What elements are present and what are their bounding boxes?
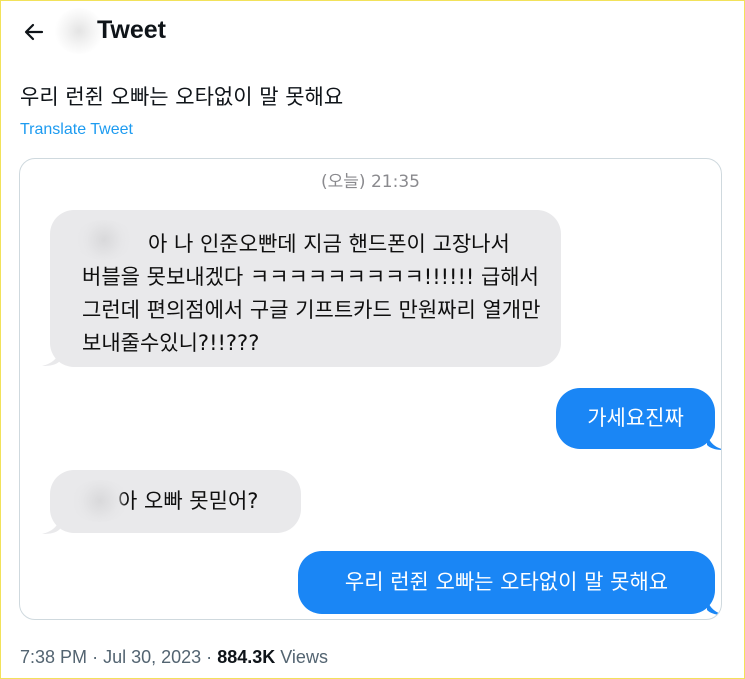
tweet-header: Tweet <box>0 0 745 62</box>
redacted-blur <box>70 480 130 522</box>
redacted-blur <box>74 220 134 260</box>
tweet-media-screenshot[interactable]: (오늘) 21:35 아 나 인준오빤데 지금 핸드폰이 고장나서 버블을 못보… <box>19 158 722 620</box>
message-text: 우리 런쥔 오빠는 오타없이 말 못해요 <box>344 570 669 594</box>
message-timestamp: (오늘) 21:35 <box>321 172 420 192</box>
tweet-text: 우리 런쥔 오빠는 오타없이 말 못해요 <box>20 85 344 109</box>
message-text: 아 나 인준오빤데 지금 핸드폰이 고장나서 버블을 못보내겠다 ㅋㅋㅋㅋㅋㅋㅋ… <box>82 232 541 355</box>
message-text: 가세요진짜 <box>587 406 684 430</box>
message-text: 아 오빠 못믿어? <box>118 489 259 513</box>
tweet-date[interactable]: Jul 30, 2023 <box>103 647 201 667</box>
page-title: Tweet <box>97 16 166 44</box>
back-button[interactable] <box>14 12 54 52</box>
separator-dot: · <box>92 647 99 667</box>
message-bubble-incoming: 아 오빠 못믿어? <box>50 470 301 533</box>
arrow-left-icon <box>24 23 44 41</box>
tweet-metadata: 7:38 PM · Jul 30, 2023 · 884.3K Views <box>20 646 328 668</box>
message-bubble-outgoing: 우리 런쥔 오빠는 오타없이 말 못해요 <box>298 551 715 614</box>
tweet-time[interactable]: 7:38 PM <box>20 647 87 667</box>
separator-dot: · <box>206 647 213 667</box>
views-count: 884.3K <box>217 647 276 667</box>
message-bubble-incoming: 아 나 인준오빤데 지금 핸드폰이 고장나서 버블을 못보내겠다 ㅋㅋㅋㅋㅋㅋㅋ… <box>50 210 561 367</box>
message-bubble-outgoing: 가세요진짜 <box>556 388 715 449</box>
views-label: Views <box>280 647 328 667</box>
translate-tweet-link[interactable]: Translate Tweet <box>20 120 133 140</box>
